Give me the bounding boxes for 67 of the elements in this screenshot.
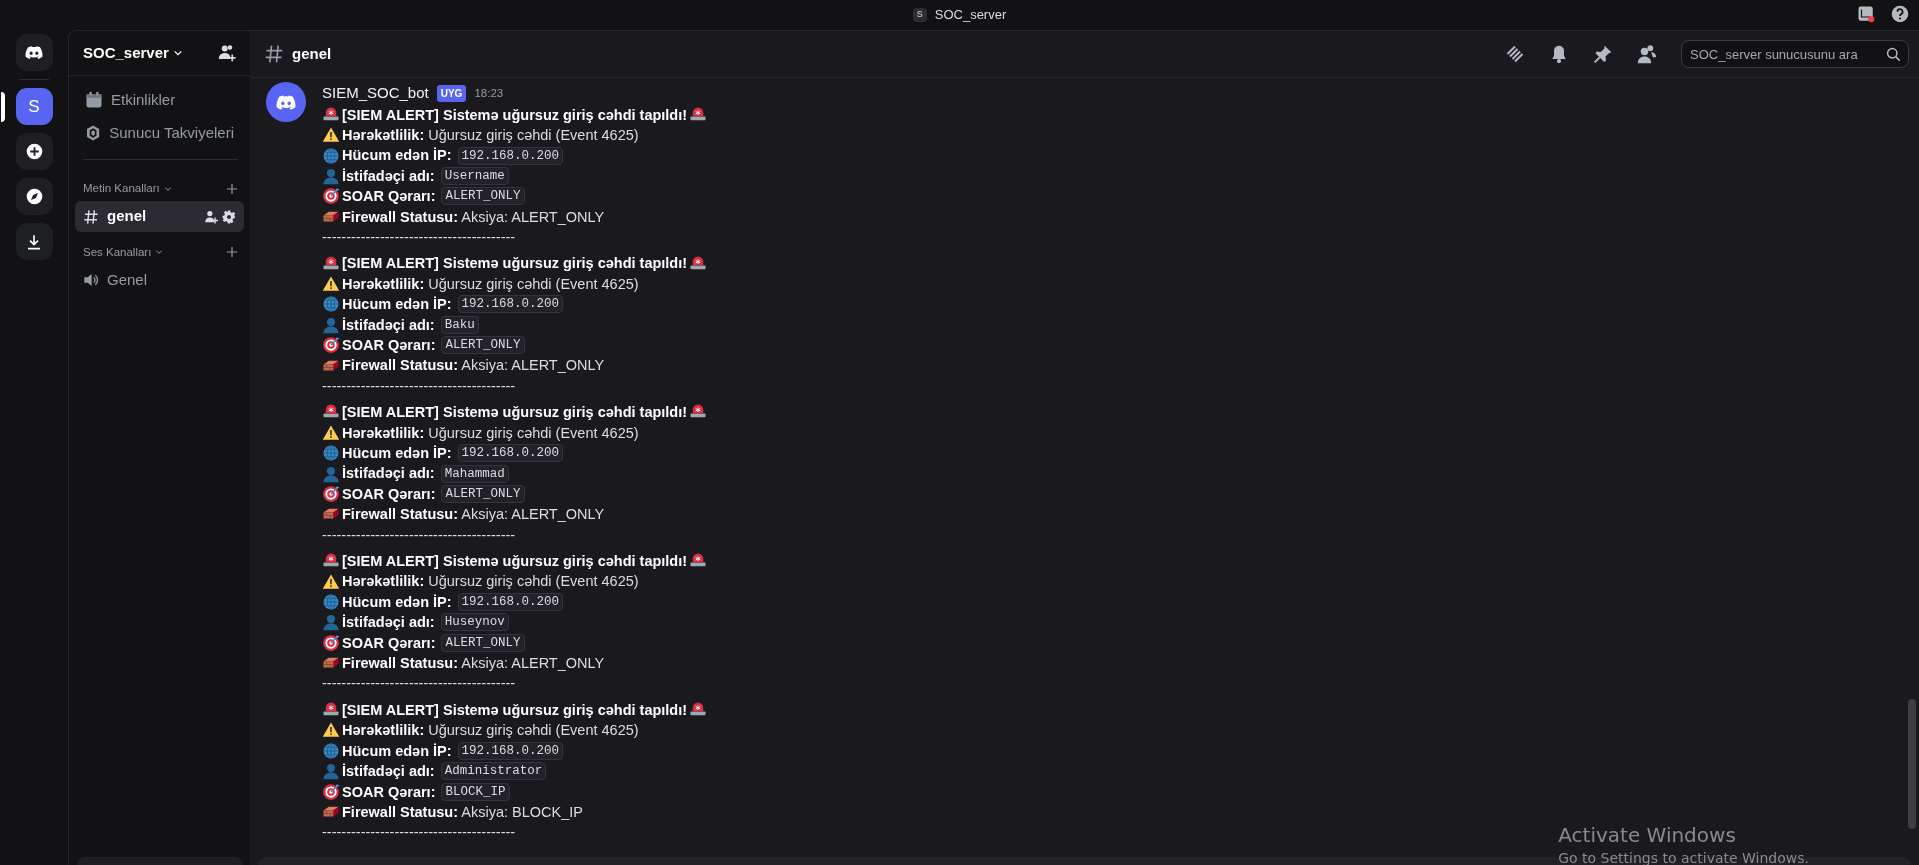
separator-line: ---------------------------------------- xyxy=(322,525,517,545)
field-label: SOAR Qərarı: xyxy=(342,633,436,653)
code-value: BLOCK_IP xyxy=(441,782,510,801)
field-label: İstifadəçi adı: xyxy=(342,166,435,186)
field-label: Hücum edən İP: xyxy=(342,592,452,612)
alert-line: Hərəkətlilik: Uğursuz giriş cəhdi (Event 4625) xyxy=(342,125,639,145)
code-value: 192.168.0.200 xyxy=(457,146,564,165)
alert-line: Hərəkətlilik: Uğursuz giriş cəhdi (Event 4625) xyxy=(342,274,639,294)
alert-line: Firewall Statusu: Aksiya: ALERT_ONLY xyxy=(342,505,605,525)
field-label: SOAR Qərarı: xyxy=(342,782,436,802)
alert-line: Firewall Statusu: Aksiya: BLOCK_IP xyxy=(342,802,583,822)
field-label: SOAR Qərarı: xyxy=(342,187,436,207)
code-value: Huseynov xyxy=(440,613,509,632)
window-title: SOC_server xyxy=(934,6,1007,25)
field-label: SOAR Qərarı: xyxy=(342,335,436,355)
field-label: İstifadəçi adı: xyxy=(342,464,435,484)
server-name[interactable]: SOC_server xyxy=(83,41,169,65)
field-label: İstifadəçi adı: xyxy=(342,613,435,633)
alert-title: [SIEM ALERT] Sistemə uğursuz giriş cəhdi tapıldı! xyxy=(342,403,688,423)
field-label: Hücum edən İP: xyxy=(342,444,452,463)
sidebar-link[interactable]: Sunucu Takviyeleri xyxy=(73,116,246,149)
code-value: Username xyxy=(440,166,509,185)
alert-line: Hərəkətlilik: Uğursuz giriş cəhdi (Event 4625) xyxy=(342,572,639,592)
alert-line: Firewall Statusu: Aksiya: ALERT_ONLY xyxy=(342,654,605,674)
server-icon: S xyxy=(912,8,927,22)
activation-title: Activate Windows xyxy=(1558,822,1737,848)
separator-line: ---------------------------------------- xyxy=(322,823,517,843)
category-header[interactable]: Metin Kanalları xyxy=(83,180,172,198)
server-button[interactable]: S xyxy=(15,88,53,125)
field-label: SOAR Qərarı: xyxy=(342,484,436,504)
field-label: İstifadəçi adı: xyxy=(342,762,435,782)
alert-line: Hərəkətlilik: Uğursuz giriş cəhdi (Event 4625) xyxy=(342,423,639,443)
code-value: ALERT_ONLY xyxy=(441,485,525,503)
alert-title: [SIEM ALERT] Sistemə uğursuz giriş cəhdi tapıldı! xyxy=(342,700,688,720)
code-value: Mahammad xyxy=(440,464,509,483)
activation-text: Go to Settings to activate Windows. xyxy=(1558,849,1809,865)
category-header[interactable]: Ses Kanalları xyxy=(83,243,164,261)
separator-line: ---------------------------------------- xyxy=(322,227,517,247)
field-label: Hücum edən İP: xyxy=(342,146,452,166)
sidebar-link[interactable]: Etkinlikler xyxy=(73,84,246,117)
code-value: 192.168.0.200 xyxy=(457,444,564,463)
alert-line: Firewall Statusu: Aksiya: ALERT_ONLY xyxy=(342,207,605,227)
field-label: Hücum edən İP: xyxy=(342,741,452,761)
channel-item[interactable]: genel xyxy=(75,201,244,232)
alert-title: [SIEM ALERT] Sistemə uğursuz giriş cəhdi tapıldı! xyxy=(342,105,688,125)
field-label: İstifadəçi adı: xyxy=(342,315,435,335)
search-field[interactable]: SOC_server sunucusunu ara xyxy=(1681,40,1909,68)
alert-title: [SIEM ALERT] Sistemə uğursuz giriş cəhdi tapıldı! xyxy=(342,552,688,572)
field-label: Hücum edən İP: xyxy=(342,295,452,315)
code-value: ALERT_ONLY xyxy=(441,336,525,355)
timestamp: 18:23 xyxy=(474,85,504,101)
separator-line: ---------------------------------------- xyxy=(322,376,517,396)
channel-item[interactable]: Genel xyxy=(75,265,244,296)
alert-line: Hərəkətlilik: Uğursuz giriş cəhdi (Event 4625) xyxy=(342,721,639,741)
alert-title: [SIEM ALERT] Sistemə uğursuz giriş cəhdi tapıldı! xyxy=(342,254,688,274)
code-value: ALERT_ONLY xyxy=(441,633,525,652)
separator-line: ---------------------------------------- xyxy=(322,674,517,694)
app-tag: UYG xyxy=(436,84,467,102)
code-value: 192.168.0.200 xyxy=(457,295,564,314)
author-name[interactable]: SIEM_SOC_bot xyxy=(322,82,429,105)
alert-line: Firewall Statusu: Aksiya: ALERT_ONLY xyxy=(342,356,605,376)
code-value: ALERT_ONLY xyxy=(441,187,525,206)
channel-title: genel xyxy=(292,43,332,64)
code-value: 192.168.0.200 xyxy=(457,593,564,612)
code-value: 192.168.0.200 xyxy=(457,741,564,760)
code-value: Administrator xyxy=(440,762,547,781)
code-value: Baku xyxy=(440,315,479,334)
